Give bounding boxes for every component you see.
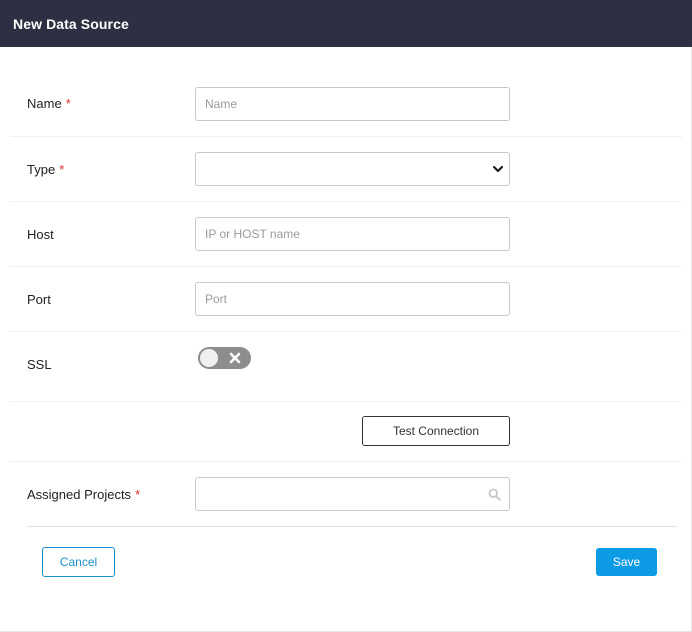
name-input[interactable] bbox=[195, 87, 510, 121]
host-label: Host bbox=[27, 227, 54, 242]
search-icon bbox=[488, 488, 501, 501]
type-row: Type * bbox=[10, 137, 682, 202]
type-label: Type * bbox=[27, 162, 64, 178]
ssl-toggle[interactable] bbox=[198, 347, 251, 369]
required-marker: * bbox=[135, 487, 141, 502]
assigned-projects-row: Assigned Projects * bbox=[10, 462, 682, 526]
test-connection-button[interactable]: Test Connection bbox=[362, 416, 510, 446]
chevron-down-icon bbox=[493, 165, 503, 172]
assigned-projects-label-text: Assigned Projects bbox=[27, 487, 132, 502]
test-connection-row: Test Connection bbox=[10, 402, 682, 462]
name-row: Name * bbox=[10, 71, 682, 137]
dialog-title: New Data Source bbox=[13, 15, 129, 32]
port-row: Port bbox=[10, 267, 682, 332]
host-input[interactable] bbox=[195, 217, 510, 251]
ssl-row: SSL bbox=[10, 332, 682, 402]
required-marker: * bbox=[59, 162, 65, 177]
assigned-projects-input[interactable] bbox=[195, 477, 510, 511]
port-input[interactable] bbox=[195, 282, 510, 316]
name-label: Name * bbox=[27, 96, 71, 112]
type-select[interactable] bbox=[195, 152, 510, 186]
close-icon bbox=[229, 352, 241, 364]
host-row: Host bbox=[10, 202, 682, 267]
ssl-label: SSL bbox=[27, 357, 52, 372]
toggle-knob bbox=[200, 349, 218, 367]
dialog-header: New Data Source bbox=[0, 0, 692, 47]
footer-divider bbox=[27, 526, 677, 527]
new-data-source-dialog: New Data Source Name* Type* Host Port SS… bbox=[0, 0, 692, 632]
save-button[interactable]: Save bbox=[596, 548, 657, 576]
type-label-text: Type bbox=[27, 162, 56, 177]
cancel-button[interactable]: Cancel bbox=[42, 547, 115, 577]
required-marker: * bbox=[65, 96, 71, 111]
assigned-projects-label: Assigned Projects * bbox=[27, 487, 140, 503]
name-label-text: Name bbox=[27, 96, 62, 111]
port-label: Port bbox=[27, 292, 51, 307]
